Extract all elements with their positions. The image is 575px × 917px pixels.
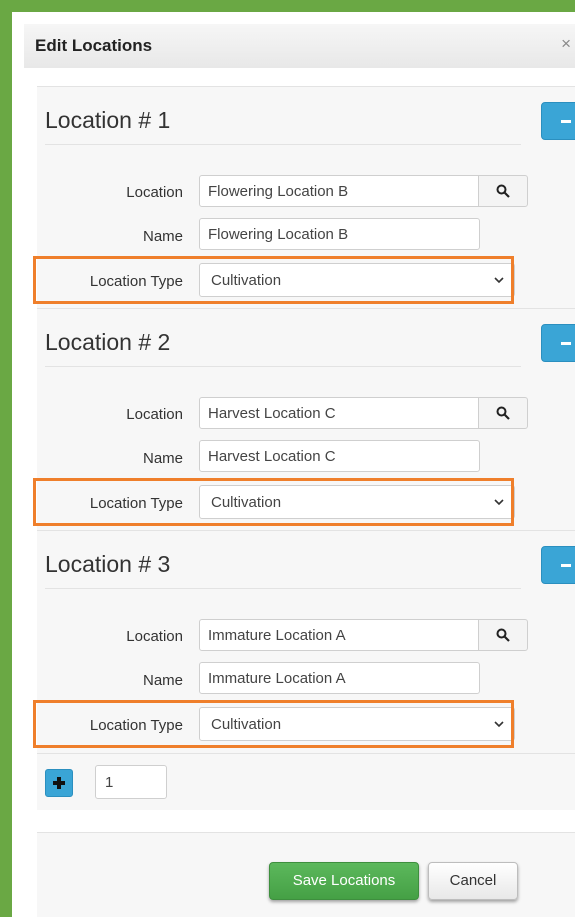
location-type-highlight bbox=[33, 478, 514, 526]
cancel-button[interactable]: Cancel bbox=[428, 862, 518, 900]
search-icon bbox=[496, 184, 510, 198]
add-count-input[interactable]: 1 bbox=[95, 765, 167, 799]
name-input[interactable]: Harvest Location C bbox=[199, 440, 480, 472]
name-input[interactable]: Immature Location A bbox=[199, 662, 480, 694]
divider bbox=[45, 144, 521, 145]
name-label: Name bbox=[142, 228, 183, 245]
minus-icon bbox=[561, 120, 571, 123]
location-heading: Location # 1 bbox=[45, 107, 171, 133]
add-location-button[interactable] bbox=[45, 769, 73, 797]
name-label: Name bbox=[142, 450, 183, 467]
location-label: Location bbox=[126, 406, 183, 423]
minus-icon bbox=[561, 342, 571, 345]
location-input[interactable]: Immature Location A bbox=[199, 619, 481, 651]
location-label: Location bbox=[126, 628, 183, 645]
save-locations-button[interactable]: Save Locations bbox=[269, 862, 419, 900]
location-section-3: Location # 3 Location Immature Location … bbox=[33, 530, 575, 754]
dialog-title: Edit Locations bbox=[35, 36, 153, 55]
location-section-1: Location # 1 Location Flowering Location… bbox=[33, 86, 575, 309]
add-location-row: 1 bbox=[37, 753, 575, 810]
location-section-2: Location # 2 Location Harvest Location C… bbox=[33, 308, 575, 531]
location-input[interactable]: Harvest Location C bbox=[199, 397, 481, 429]
minus-icon bbox=[561, 564, 571, 567]
location-heading: Location # 2 bbox=[45, 329, 171, 355]
location-type-highlight bbox=[33, 700, 514, 748]
divider bbox=[45, 588, 521, 589]
search-icon bbox=[496, 628, 510, 642]
location-input[interactable]: Flowering Location B bbox=[199, 175, 481, 207]
location-type-highlight bbox=[33, 256, 514, 304]
dialog-footer: Save Locations Cancel bbox=[37, 832, 575, 917]
name-label: Name bbox=[142, 672, 183, 689]
edit-locations-dialog: Edit Locations × Location # 1 Location F… bbox=[24, 24, 575, 917]
location-search-button[interactable] bbox=[478, 175, 528, 207]
remove-location-button[interactable] bbox=[541, 324, 575, 362]
plus-icon-vertical bbox=[57, 777, 61, 789]
search-icon bbox=[496, 406, 510, 420]
dialog-header: Edit Locations × bbox=[24, 24, 575, 68]
remove-location-button[interactable] bbox=[541, 546, 575, 584]
close-icon[interactable]: × bbox=[561, 34, 571, 54]
location-search-button[interactable] bbox=[478, 397, 528, 429]
location-label: Location bbox=[126, 184, 183, 201]
divider bbox=[45, 366, 521, 367]
remove-location-button[interactable] bbox=[541, 102, 575, 140]
name-input[interactable]: Flowering Location B bbox=[199, 218, 480, 250]
location-search-button[interactable] bbox=[478, 619, 528, 651]
screenshot-frame: Edit Locations × Location # 1 Location F… bbox=[0, 0, 575, 917]
location-heading: Location # 3 bbox=[45, 551, 171, 577]
